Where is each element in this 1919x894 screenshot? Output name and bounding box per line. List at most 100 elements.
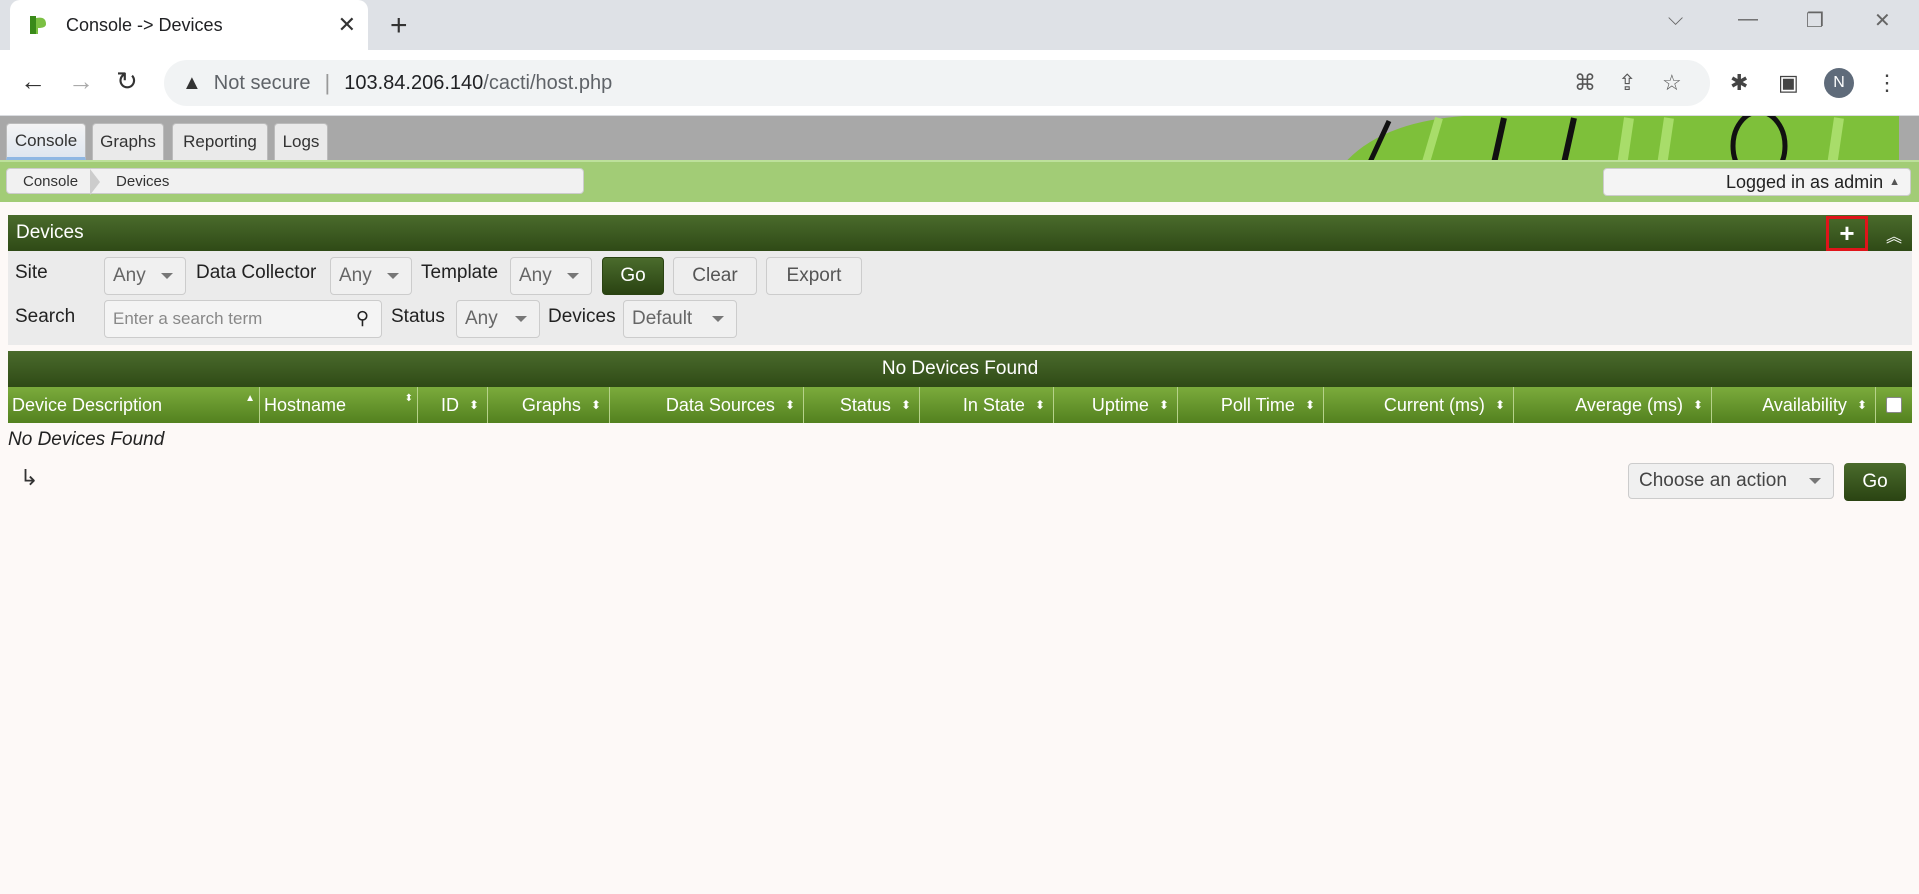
col-label: Device Description	[12, 394, 163, 415]
col-label: Current (ms)	[1383, 394, 1485, 415]
col-id[interactable]: ID ⬍	[418, 387, 488, 423]
tab-reporting[interactable]: Reporting	[172, 123, 268, 160]
minimize-icon[interactable]: —	[1738, 8, 1758, 31]
sort-icon: ⬍	[1158, 398, 1169, 412]
search-input[interactable]: Enter a search term ⚲	[104, 300, 382, 338]
chevron-down-icon	[1809, 478, 1821, 484]
devices-panel: Devices + ︽ Site Any Data Collector Any …	[8, 215, 1912, 511]
tab-reporting-label: Reporting	[183, 132, 257, 151]
window-close-icon[interactable]: ✕	[1874, 8, 1891, 33]
col-poll-time[interactable]: Poll Time ⬍	[1178, 387, 1324, 423]
restore-icon[interactable]: ❐	[1806, 8, 1824, 33]
sort-icon: ⬍	[468, 398, 479, 412]
action-select[interactable]: Choose an action	[1628, 463, 1834, 499]
site-label: Site	[15, 262, 48, 283]
status-select[interactable]: Any	[456, 300, 540, 338]
logged-in-label: Logged in as admin	[1725, 171, 1884, 192]
breadcrumb-devices[interactable]: Devices	[100, 169, 191, 193]
panel-title: Devices	[16, 222, 84, 243]
sort-icon: ⬍	[1856, 398, 1867, 412]
col-availability[interactable]: Availability ⬍	[1712, 387, 1876, 423]
col-average-ms[interactable]: Average (ms) ⬍	[1514, 387, 1712, 423]
reload-icon[interactable]: ↻	[116, 66, 138, 97]
col-uptime[interactable]: Uptime ⬍	[1054, 387, 1178, 423]
sort-icon: ⬍	[1494, 398, 1505, 412]
cacti-favicon-icon	[30, 16, 46, 34]
col-label: Poll Time	[1220, 394, 1295, 415]
tab-graphs-label: Graphs	[100, 132, 156, 151]
devices-label: Devices	[548, 306, 616, 327]
sort-asc-icon: ▲	[245, 393, 255, 404]
translate-icon[interactable]: ⌘	[1574, 70, 1596, 96]
action-select-value: Choose an action	[1639, 470, 1787, 491]
user-menu[interactable]: Logged in as admin ▲	[1603, 168, 1911, 196]
col-label: In State	[962, 394, 1025, 415]
site-select[interactable]: Any	[104, 257, 186, 295]
tab-title: Console -> Devices	[66, 14, 223, 35]
tab-console[interactable]: Console	[6, 123, 86, 160]
extensions-icon[interactable]: ✱	[1730, 70, 1748, 96]
col-graphs[interactable]: Graphs ⬍	[488, 387, 610, 423]
tab-console-label: Console	[14, 130, 78, 150]
add-device-button[interactable]: +	[1826, 216, 1868, 251]
tab-close-icon[interactable]: ✕	[338, 12, 356, 38]
col-in-state[interactable]: In State ⬍	[920, 387, 1054, 423]
device-filter: Site Any Data Collector Any Template Any…	[8, 251, 1912, 345]
col-hostname[interactable]: Hostname ⬍	[260, 387, 418, 423]
export-button[interactable]: Export	[766, 257, 862, 295]
chevron-down-icon	[387, 273, 399, 279]
back-icon[interactable]: ←	[20, 66, 46, 97]
search-icon[interactable]: ⚲	[356, 308, 369, 329]
collapse-icon[interactable]: ︽	[1886, 223, 1902, 247]
cacti-header: Console Graphs Reporting Logs	[0, 116, 1919, 160]
col-current-ms[interactable]: Current (ms) ⬍	[1324, 387, 1514, 423]
site-value: Any	[113, 265, 146, 286]
col-label: Data Sources	[665, 394, 775, 415]
collector-select[interactable]: Any	[330, 257, 412, 295]
col-label: ID	[440, 394, 459, 415]
devices-count-select[interactable]: Default	[623, 300, 737, 338]
tab-logs[interactable]: Logs	[274, 123, 328, 160]
go-button[interactable]: Go	[602, 257, 664, 295]
template-value: Any	[519, 265, 552, 286]
template-select[interactable]: Any	[510, 257, 592, 295]
collector-value: Any	[339, 265, 372, 286]
share-icon[interactable]: ⇪	[1618, 70, 1636, 96]
devices-panel-header: Devices + ︽	[8, 215, 1912, 251]
new-tab-icon[interactable]: +	[390, 9, 408, 43]
devices-count-value: Default	[632, 308, 693, 329]
side-panel-icon[interactable]: ▣	[1778, 70, 1799, 96]
warning-icon: ▲	[182, 71, 202, 94]
tab-graphs[interactable]: Graphs	[92, 123, 164, 160]
sort-icon: ⬍	[900, 398, 911, 412]
status-label: Status	[391, 306, 445, 327]
address-bar[interactable]: ▲ Not secure | 103.84.206.140/cacti/host…	[164, 60, 1710, 106]
col-label: Availability	[1762, 394, 1847, 415]
tab-search-icon[interactable]: ⌵	[1668, 8, 1683, 31]
breadcrumb: Console Devices	[6, 168, 584, 195]
browser-menu-icon[interactable]: ⋮	[1876, 70, 1898, 96]
tab-logs-label: Logs	[282, 132, 320, 151]
breadcrumb-bar: Console Devices Logged in as admin ▲	[0, 160, 1919, 202]
col-device-description[interactable]: Device Description ▲	[8, 387, 260, 423]
browser-tab[interactable]: Console -> Devices ✕	[10, 0, 368, 50]
forward-icon[interactable]: →	[68, 66, 94, 97]
search-label: Search	[15, 306, 76, 327]
clear-button[interactable]: Clear	[673, 257, 757, 295]
breadcrumb-console[interactable]: Console	[7, 169, 101, 195]
col-data-sources[interactable]: Data Sources ⬍	[610, 387, 804, 423]
bookmark-star-icon[interactable]: ☆	[1662, 70, 1682, 96]
sort-icon: ⬍	[404, 393, 413, 404]
plus-icon: +	[1839, 218, 1855, 248]
url-text: 103.84.206.140/cacti/host.php	[344, 72, 612, 95]
col-status[interactable]: Status ⬍	[804, 387, 920, 423]
profile-avatar[interactable]: N	[1824, 68, 1854, 98]
user-menu-caret-icon: ▲	[1889, 176, 1900, 188]
status-value: Any	[465, 308, 498, 329]
collector-label: Data Collector	[196, 262, 317, 283]
select-all-checkbox[interactable]	[1876, 387, 1912, 423]
url-separator: |	[324, 70, 331, 95]
action-go-button[interactable]: Go	[1844, 463, 1906, 501]
chevron-down-icon	[515, 316, 527, 322]
browser-toolbar: ← → ↻ ▲ Not secure | 103.84.206.140/cact…	[0, 50, 1919, 116]
